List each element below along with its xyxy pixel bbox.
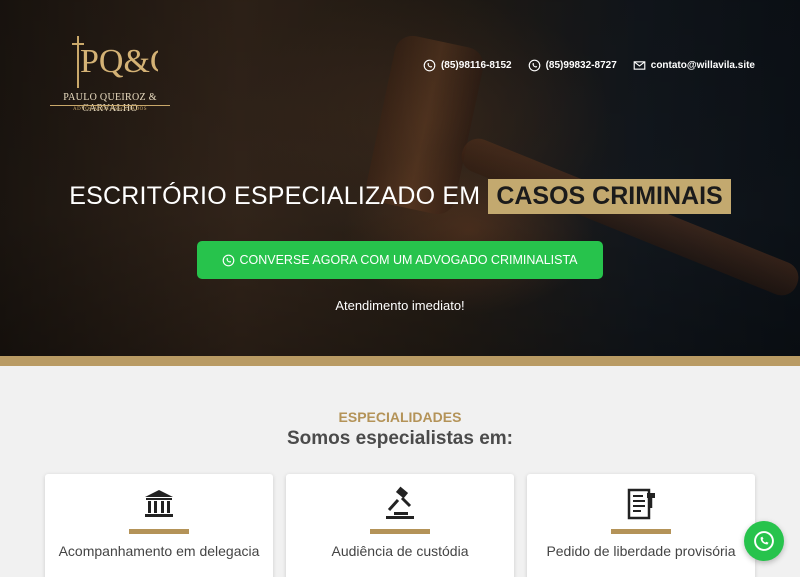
email-link[interactable]: contato@willavila.site xyxy=(633,59,755,72)
headline-prefix: ESCRITÓRIO ESPECIALIZADO EM xyxy=(69,182,481,210)
phone-link-1[interactable]: (85)98116-8152 xyxy=(423,59,512,72)
card-accent-bar xyxy=(611,529,671,534)
phone-number: (85)99832-8727 xyxy=(545,60,617,71)
legal-document-icon xyxy=(627,488,655,520)
gavel-icon xyxy=(386,486,414,519)
card-label: Acompanhamento em delegacia xyxy=(58,543,260,559)
envelope-icon xyxy=(633,61,646,70)
whatsapp-cta-button[interactable]: CONVERSE AGORA COM UM ADVOGADO CRIMINALI… xyxy=(197,241,603,279)
hero-note: Atendimento imediato! xyxy=(335,298,465,313)
floating-whatsapp-button[interactable] xyxy=(744,521,784,561)
specialty-card-liberdade[interactable]: Pedido de liberdade provisória xyxy=(527,474,755,577)
header-contacts: (85)98116-8152 (85)99832-8727 contato@wi… xyxy=(423,59,755,72)
section-eyebrow: ESPECIALIDADES xyxy=(338,409,462,425)
specialty-card-delegacia[interactable]: Acompanhamento em delegacia xyxy=(45,474,273,577)
phone-link-2[interactable]: (85)99832-8727 xyxy=(528,59,617,72)
hero-headline: ESCRITÓRIO ESPECIALIZADO EM CASOS CRIMIN… xyxy=(0,179,800,214)
logo-firm-subtitle: ADVOGADOS ASSOCIADOS xyxy=(50,105,170,112)
courthouse-icon xyxy=(145,490,173,517)
card-accent-bar xyxy=(370,529,430,534)
cta-label: CONVERSE AGORA COM UM ADVOGADO CRIMINALI… xyxy=(239,253,578,267)
headline-highlight: CASOS CRIMINAIS xyxy=(488,179,731,214)
whatsapp-icon xyxy=(528,59,540,72)
card-label: Audiência de custódia xyxy=(331,543,469,559)
specialty-card-custodia[interactable]: Audiência de custódia xyxy=(286,474,514,577)
svg-text:PQ&C: PQ&C xyxy=(80,43,158,80)
hero-divider xyxy=(0,356,800,366)
card-label: Pedido de liberdade provisória xyxy=(546,543,736,559)
whatsapp-icon xyxy=(223,254,235,266)
whatsapp-icon xyxy=(423,59,436,72)
logo-monogram-icon: PQ&C xyxy=(72,36,158,88)
site-logo[interactable]: PQ&C PAULO QUEIROZ & CARVALHO ADVOGADOS … xyxy=(40,34,180,114)
whatsapp-icon xyxy=(754,531,774,551)
card-accent-bar xyxy=(129,529,189,534)
email-address: contato@willavila.site xyxy=(650,60,755,71)
section-title: Somos especialistas em: xyxy=(287,428,513,449)
phone-number: (85)98116-8152 xyxy=(440,60,512,71)
